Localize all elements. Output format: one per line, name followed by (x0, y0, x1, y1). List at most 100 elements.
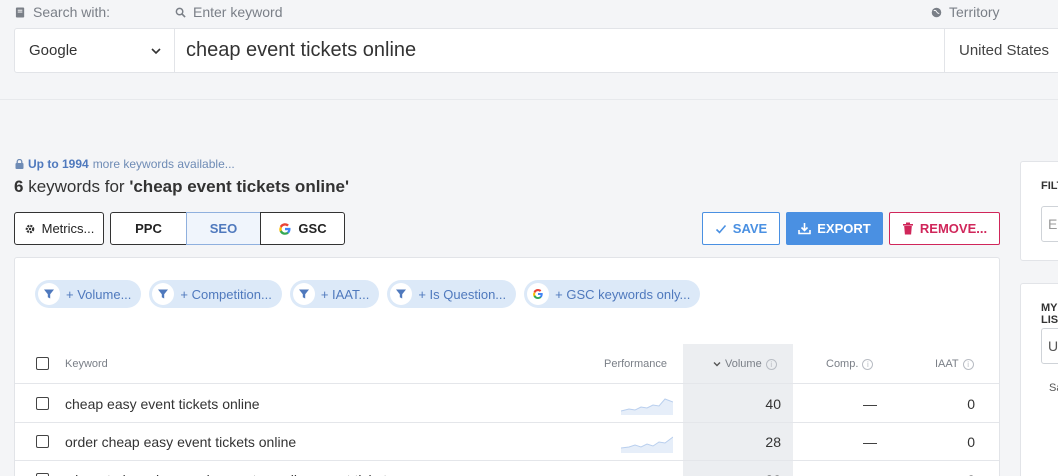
filter-chip-iaat[interactable]: + IAAT... (289, 280, 380, 308)
filter-chip-label: + Volume... (66, 286, 132, 302)
filter-chip-gsc[interactable]: + GSC keywords only... (524, 280, 701, 308)
row-comp: — (863, 396, 877, 412)
row-iaat: 0 (915, 461, 975, 476)
engine-label: Search with: (15, 4, 110, 20)
query-text: 'cheap event tickets online' (129, 177, 350, 196)
page-title: 6 keywords for 'cheap event tickets onli… (14, 177, 349, 197)
col-keyword-label: Keyword (65, 358, 108, 370)
row-comp: — (835, 461, 905, 476)
search-labels: Search with: Enter keyword Territory (0, 0, 1058, 28)
globe-icon (931, 7, 942, 17)
table-row[interactable]: order cheap easy event tickets online 28… (15, 423, 999, 461)
funnel-icon (390, 283, 413, 305)
territory-label: Territory (931, 4, 1000, 20)
engine-select[interactable]: Google (15, 29, 175, 72)
keywords-for-text: keywords for (28, 177, 125, 196)
row-checkbox[interactable] (36, 397, 49, 410)
row-volume: 28 (765, 434, 781, 450)
col-iaat-label: IAAT (935, 358, 959, 370)
keyword-label-text: Enter keyword (193, 4, 283, 20)
remove-button[interactable]: REMOVE... (889, 212, 1000, 245)
filter-chip-is-question[interactable]: + Is Question... (387, 280, 517, 308)
row-keyword: order cheap easy event tickets online (65, 434, 297, 450)
tab-ppc[interactable]: PPC (110, 212, 187, 245)
save-button[interactable]: SAVE (702, 212, 780, 245)
table-header: Keyword Performance Volume i Comp. i IAA… (15, 344, 999, 384)
gear-icon (25, 224, 34, 233)
check-icon (715, 224, 726, 234)
col-comp[interactable]: Comp. i (826, 344, 874, 384)
territory-select[interactable]: United States (945, 29, 1058, 72)
book-icon (15, 6, 25, 18)
my-lists-text: Sa (1049, 382, 1058, 394)
col-performance: Performance (604, 344, 667, 384)
keyword-input[interactable]: cheap event tickets online (175, 29, 945, 72)
my-lists-title: MY LISTS (1041, 302, 1058, 326)
row-volume: 20 (683, 461, 781, 476)
search-icon (175, 7, 186, 18)
row-keyword: cheap easy event tickets online (65, 396, 260, 412)
col-volume[interactable]: Volume i (713, 344, 777, 384)
funnel-icon (152, 283, 175, 305)
col-iaat[interactable]: IAAT i (935, 344, 974, 384)
filters-panel: FILTERS E (1020, 161, 1058, 261)
lock-icon (15, 159, 24, 169)
google-icon (279, 222, 291, 235)
table-row[interactable]: cheap easy event tickets online 40 — 0 (15, 385, 999, 423)
download-icon (798, 223, 812, 235)
filter-chip-label: + Is Question... (418, 286, 507, 302)
more-keywords-link[interactable]: Up to 1994 more keywords available... (15, 157, 235, 171)
row-iaat: 0 (967, 434, 975, 450)
avail-text: more keywords available... (92, 157, 235, 171)
chevron-down-icon (151, 47, 161, 54)
search-bar: Google cheap event tickets online United… (14, 28, 1058, 73)
select-all-checkbox[interactable] (36, 357, 49, 370)
google-icon (527, 283, 550, 305)
engine-label-text: Search with: (33, 4, 111, 20)
row-comp: — (863, 434, 877, 450)
col-performance-label: Performance (604, 358, 667, 370)
avail-count: Up to 1994 (28, 157, 89, 171)
sort-desc-icon (713, 362, 721, 367)
funnel-icon (38, 283, 60, 305)
export-button[interactable]: EXPORT (786, 212, 883, 245)
ppc-label: PPC (135, 221, 162, 236)
filter-chips: + Volume... + Competition... + IAAT... +… (35, 280, 701, 308)
filter-chip-label: + IAAT... (320, 286, 370, 302)
performance-sparkline (621, 436, 673, 453)
trash-icon (902, 222, 913, 235)
row-volume: 40 (765, 396, 781, 412)
info-icon[interactable]: i (862, 358, 874, 370)
funnel-icon (292, 283, 315, 305)
info-icon[interactable]: i (765, 358, 777, 370)
tab-seo[interactable]: SEO (186, 212, 261, 245)
col-comp-label: Comp. (826, 358, 859, 370)
filters-panel-input[interactable]: E (1041, 206, 1058, 242)
table-row[interactable]: where to buy cheap pokemon tcg online ev… (15, 461, 999, 476)
row-checkbox[interactable] (36, 435, 49, 448)
filters-panel-title: FILTERS (1041, 180, 1058, 192)
my-lists-select[interactable]: U (1041, 328, 1058, 364)
row-keyword: where to buy cheap pokemon tcg online ev… (65, 461, 394, 476)
my-lists-panel: MY LISTS U Sa (1020, 283, 1058, 476)
performance-sparkline (621, 469, 673, 476)
keyword-table-card: + Volume... + Competition... + IAAT... +… (14, 257, 1000, 476)
tab-gsc[interactable]: GSC (260, 212, 345, 245)
info-icon[interactable]: i (962, 358, 974, 370)
filter-chip-competition[interactable]: + Competition... (149, 280, 282, 308)
engine-value: Google (29, 42, 78, 59)
filter-chip-label: + GSC keywords only... (555, 286, 691, 302)
seo-label: SEO (209, 221, 238, 236)
performance-sparkline (621, 398, 673, 415)
keyword-count: 6 (14, 177, 24, 196)
territory-label-text: Territory (949, 4, 1000, 20)
remove-label: REMOVE... (919, 221, 988, 236)
col-volume-label: Volume (725, 358, 762, 370)
gsc-label: GSC (298, 221, 327, 236)
metrics-label: Metrics... (41, 221, 95, 236)
keyword-label: Enter keyword (175, 4, 282, 20)
metrics-button[interactable]: Metrics... (14, 212, 104, 245)
col-keyword[interactable]: Keyword (65, 344, 108, 384)
divider (0, 99, 1058, 100)
filter-chip-volume[interactable]: + Volume... (35, 280, 142, 308)
